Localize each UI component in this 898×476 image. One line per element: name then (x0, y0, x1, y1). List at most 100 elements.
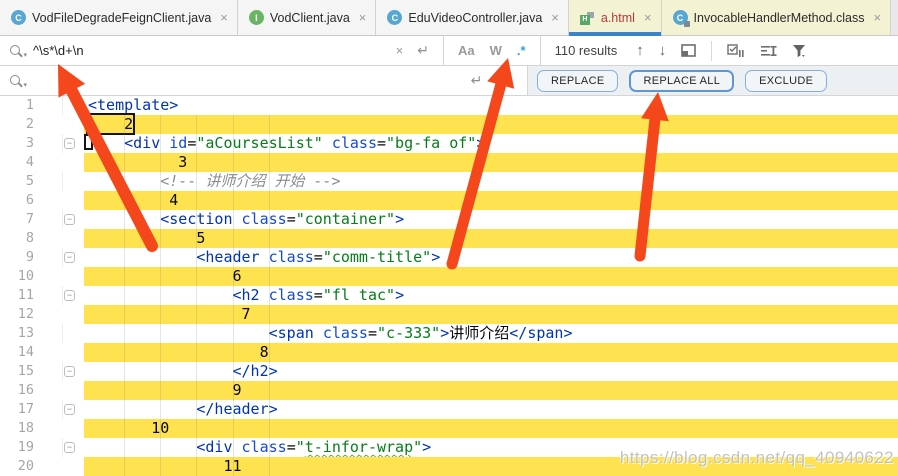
close-icon[interactable]: × (220, 10, 228, 25)
regex-toggle[interactable]: .* (517, 43, 526, 58)
code-line[interactable]: 14 8 (0, 343, 898, 362)
tab-eduvideocontroller[interactable]: C EduVideoController.java × (376, 0, 569, 35)
fold-marker-icon[interactable]: − (64, 252, 75, 263)
line-number: 4 (25, 154, 34, 170)
class-icon: C (387, 10, 403, 25)
line-number: 7 (25, 211, 34, 227)
close-icon[interactable]: × (644, 10, 652, 25)
line-number: 16 (17, 382, 34, 398)
code-token: > (395, 286, 405, 304)
code-token: <h2 (232, 286, 260, 304)
exclude-button[interactable]: EXCLUDE (745, 69, 828, 92)
code-editor[interactable]: 1 <template> 2 2 3− <div id="aCoursesList" … (0, 96, 898, 476)
current-match-box: 2 (85, 113, 136, 135)
code-line[interactable]: 12 7 (0, 305, 898, 324)
code-line[interactable]: 5 <!-- 讲师介绍 开始 --> (0, 172, 898, 191)
interface-icon: I (248, 10, 264, 25)
line-number: 6 (25, 192, 34, 208)
clear-search-icon[interactable]: × (396, 43, 404, 58)
open-in-find-window-icon[interactable] (681, 44, 697, 57)
tab-a-html[interactable]: H a.html × (568, 0, 662, 36)
code-line[interactable]: 20 11 (0, 457, 898, 476)
code-token: class (241, 210, 287, 228)
code-token: 2 (88, 115, 134, 133)
editor-code: 1 <template> 2 2 3− <div id="aCoursesList" … (0, 96, 898, 476)
next-match-icon[interactable]: ↓ (659, 42, 667, 59)
close-icon[interactable]: × (873, 10, 881, 25)
line-number: 1 (25, 97, 34, 113)
search-icon[interactable]: ▾ (9, 43, 27, 59)
newline-icon[interactable]: ↵ (417, 42, 429, 59)
code-line[interactable]: 13 <span class="c-333">讲师介绍</span> (0, 324, 898, 343)
code-line[interactable]: 16 9 (0, 381, 898, 400)
code-token: "c-333" (377, 324, 441, 342)
fold-marker-icon[interactable]: − (64, 404, 75, 415)
line-number: 19 (17, 439, 34, 455)
previous-match-icon[interactable]: ↑ (636, 42, 644, 59)
words-toggle[interactable]: W (490, 43, 502, 58)
code-token: class (322, 324, 368, 342)
code-token: 3 (88, 153, 188, 171)
code-token: 11 (88, 457, 242, 475)
preserve-case-toggle[interactable]: Aa (496, 73, 513, 88)
replace-input[interactable] (29, 73, 471, 88)
code-line[interactable]: 1 <template> (0, 96, 898, 115)
close-icon[interactable]: × (551, 10, 559, 25)
code-token: "bg-fa of" (386, 134, 477, 152)
find-toolbar: ▾ × ↵ Aa W .* 110 results ↑ ↓ (0, 36, 898, 66)
match-case-toggle[interactable]: Aa (458, 43, 475, 58)
tab-vodclient[interactable]: I VodClient.java × (237, 0, 377, 35)
code-line[interactable]: 4 3 (0, 153, 898, 172)
replace-icon[interactable]: ▾ (9, 73, 27, 89)
search-toggles: Aa W .* (444, 36, 540, 65)
code-line[interactable]: 2 2 (0, 113, 898, 135)
code-token: "fl tac" (322, 286, 396, 304)
code-token: <span (268, 324, 314, 342)
highlight-lines-icon[interactable] (760, 44, 777, 57)
code-token: t-infor-wrap (304, 438, 414, 456)
tab-label: VodFileDegradeFeignClient.java (32, 10, 212, 25)
replace-all-button[interactable]: REPLACE ALL (629, 69, 735, 92)
code-token: 5 (88, 229, 206, 247)
select-all-occurrences-icon[interactable] (727, 43, 745, 58)
html-file-icon: H (579, 10, 595, 25)
code-line[interactable]: 7 − <section class="container"> (0, 210, 898, 229)
replace-toolbar: ▾ ↵ Aa REPLACE REPLACE ALL EXCLUDE (0, 66, 898, 96)
code-token: > (422, 438, 432, 456)
close-icon[interactable]: × (359, 10, 367, 25)
replace-button[interactable]: REPLACE (537, 69, 619, 92)
code-line[interactable]: 10 6 (0, 267, 898, 286)
code-line[interactable]: 17 − </header> (0, 400, 898, 419)
fold-marker-icon[interactable]: − (64, 442, 75, 453)
code-line[interactable]: 8 5 (0, 229, 898, 248)
code-line[interactable]: 15 − </h2> (0, 362, 898, 381)
code-line[interactable]: 6 4 (0, 191, 898, 210)
tab-vodfiledegradefeignclient[interactable]: C VodFileDegradeFeignClient.java × (0, 0, 238, 35)
match-newline-box (84, 134, 93, 150)
code-token: class (331, 134, 377, 152)
code-line[interactable]: 18 10 (0, 419, 898, 438)
line-number: 8 (25, 230, 34, 246)
line-number: 2 (25, 116, 34, 132)
code-token: 讲师介绍 (449, 324, 510, 342)
line-number: 10 (17, 268, 34, 284)
code-line[interactable]: 19− <div class="t-infor-wrap"> (0, 438, 898, 457)
fold-marker-icon[interactable]: − (64, 366, 75, 377)
search-input[interactable] (29, 43, 396, 58)
filter-icon[interactable] (792, 44, 808, 58)
chevron-down-icon: ▾ (23, 51, 27, 59)
fold-marker-icon[interactable]: − (64, 214, 75, 225)
code-token: > (440, 324, 450, 342)
code-line[interactable]: 11 − <h2 class="fl tac"> (0, 286, 898, 305)
fold-marker-icon[interactable]: − (64, 138, 75, 149)
tab-invocablehandlermethod[interactable]: C InvocableHandlerMethod.class × (661, 0, 892, 35)
code-token: <div (196, 438, 233, 456)
newline-icon[interactable]: ↵ (471, 72, 483, 89)
code-line[interactable]: 3− <div id="aCoursesList" class="bg-fa o… (0, 134, 898, 153)
fold-marker-icon[interactable]: − (64, 290, 75, 301)
code-line[interactable]: 9 − <header class="comm-title"> (0, 248, 898, 267)
